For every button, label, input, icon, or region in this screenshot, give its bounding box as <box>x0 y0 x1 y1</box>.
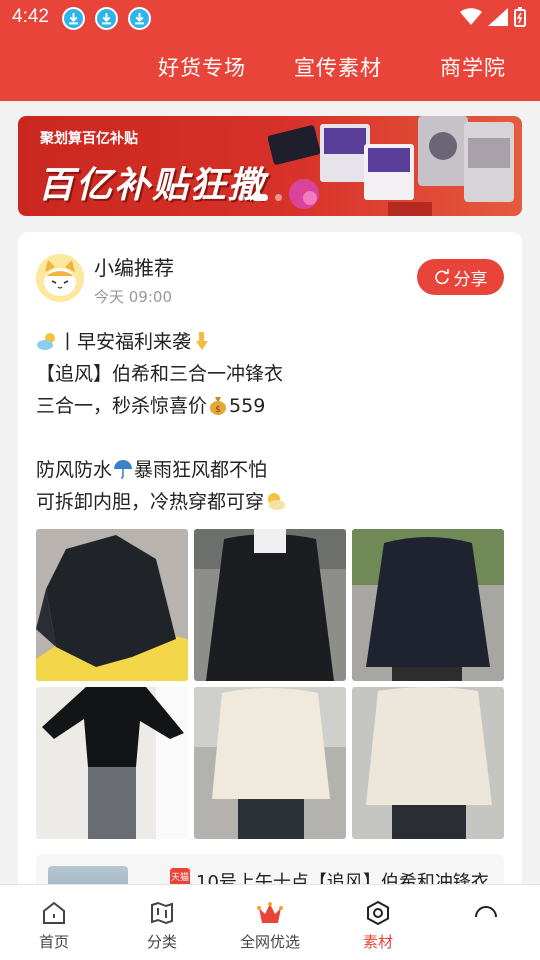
share-icon <box>434 269 449 285</box>
wifi-icon <box>460 8 482 25</box>
tab-category[interactable]: 分类 <box>108 885 216 960</box>
status-bar: 4:42 <box>0 0 540 36</box>
product-photo[interactable] <box>352 687 504 839</box>
tab-label: 首页 <box>38 933 69 951</box>
status-time: 4:42 <box>12 6 49 27</box>
bottom-nav: 首页 分类 全网优选 素材 <box>0 884 540 960</box>
post-card: 小编推荐 今天 09:00 分享 丨早安福利来袭 【追风】伯希和三合一冲锋衣 三… <box>18 232 522 932</box>
system-icons <box>460 7 526 27</box>
post-line: 防风防水 <box>36 459 113 481</box>
post-line: 三合一，秒杀惊喜价 <box>36 395 208 417</box>
tab-home[interactable]: 首页 <box>0 885 108 960</box>
tab-profile[interactable] <box>432 885 540 960</box>
tab-label: 分类 <box>146 933 177 951</box>
signal-icon <box>488 8 508 26</box>
money-bag-icon: $ <box>210 397 227 415</box>
post-line: 丨早安福利来袭 <box>58 331 192 353</box>
download-icon <box>128 7 151 30</box>
battery-icon <box>514 7 526 27</box>
home-icon <box>43 901 65 924</box>
download-icon <box>95 7 118 30</box>
hexagon-icon <box>367 900 389 926</box>
topnav-promo-materials[interactable]: 宣传素材 <box>294 52 382 88</box>
post-content: 丨早安福利来袭 【追风】伯希和三合一冲锋衣 三合一，秒杀惊喜价 $559 防风防水… <box>36 326 506 518</box>
tab-materials[interactable]: 素材 <box>324 885 432 960</box>
photo-grid <box>36 529 504 839</box>
user-icon <box>475 906 497 918</box>
product-photo[interactable] <box>352 529 504 681</box>
topnav-business-school[interactable]: 商学院 <box>440 52 506 88</box>
product-photo[interactable] <box>194 529 346 681</box>
umbrella-rain-icon <box>114 460 133 479</box>
promo-banner[interactable]: 聚划算百亿补贴 百亿补贴狂撒 <box>18 116 522 216</box>
tab-label: 素材 <box>362 933 393 951</box>
avatar <box>36 254 84 302</box>
pagination-dot <box>275 194 282 201</box>
pagination-dot <box>238 194 245 201</box>
post-time: 今天 09:00 <box>94 288 172 306</box>
map-icon <box>151 901 173 925</box>
crown-icon <box>257 902 283 923</box>
point-down-icon <box>196 332 209 350</box>
banner-title: 百亿补贴狂撒 <box>38 165 267 206</box>
sun-cloud-icon <box>268 493 286 510</box>
banner-subtitle: 聚划算百亿补贴 <box>40 131 138 147</box>
tab-label: 全网优选 <box>239 933 300 951</box>
product-photo[interactable] <box>194 687 346 839</box>
app-header: 4:42 好货专场 宣传素材 商学院 <box>0 0 540 101</box>
post-author: 小编推荐 <box>94 256 174 280</box>
share-label: 分享 <box>453 269 488 290</box>
download-icon <box>62 7 85 30</box>
product-photo[interactable] <box>36 529 188 681</box>
banner-products-image <box>268 116 514 216</box>
post-price: 559 <box>229 395 266 417</box>
product-photo[interactable] <box>36 687 188 839</box>
banner-pagination <box>238 194 282 201</box>
tab-best-picks[interactable]: 全网优选 <box>216 885 324 960</box>
share-button[interactable]: 分享 <box>417 259 504 295</box>
topnav-good-goods[interactable]: 好货专场 <box>158 52 246 88</box>
post-line: 【追风】伯希和三合一冲锋衣 <box>36 363 284 385</box>
svg-text:$: $ <box>215 405 221 415</box>
sun-cloud-icon <box>37 333 55 350</box>
post-line: 可拆卸内胆，冷热穿都可穿 <box>36 491 265 513</box>
pagination-dot-active <box>252 194 268 201</box>
post-line: 暴雨狂风都不怕 <box>134 459 268 481</box>
